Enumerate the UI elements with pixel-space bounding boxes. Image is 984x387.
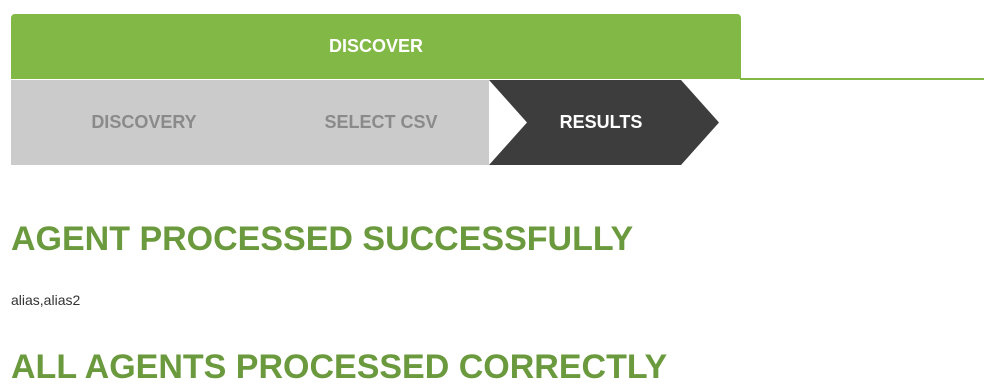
tab-underline bbox=[740, 78, 984, 80]
processed-agents-list: alias,alias2 bbox=[11, 292, 81, 308]
all-processed-heading: ALL AGENTS PROCESSED CORRECTLY bbox=[11, 348, 668, 386]
tab-discover[interactable]: DISCOVER bbox=[11, 14, 741, 79]
step-select-csv-label: SELECT CSV bbox=[324, 112, 438, 132]
tab-bar: DISCOVER bbox=[0, 0, 984, 80]
step-results-label: RESULTS bbox=[559, 112, 643, 132]
wizard-steps: DISCOVERY SELECT CSV RESULTS bbox=[11, 80, 719, 165]
step-select-csv[interactable]: SELECT CSV bbox=[277, 80, 485, 165]
step-discovery-label: DISCOVERY bbox=[91, 112, 197, 132]
step-results[interactable]: RESULTS bbox=[501, 80, 701, 165]
step-discovery[interactable]: DISCOVERY bbox=[11, 80, 277, 165]
tab-discover-label: DISCOVER bbox=[328, 36, 424, 56]
success-heading: AGENT PROCESSED SUCCESSFULLY bbox=[11, 220, 634, 258]
